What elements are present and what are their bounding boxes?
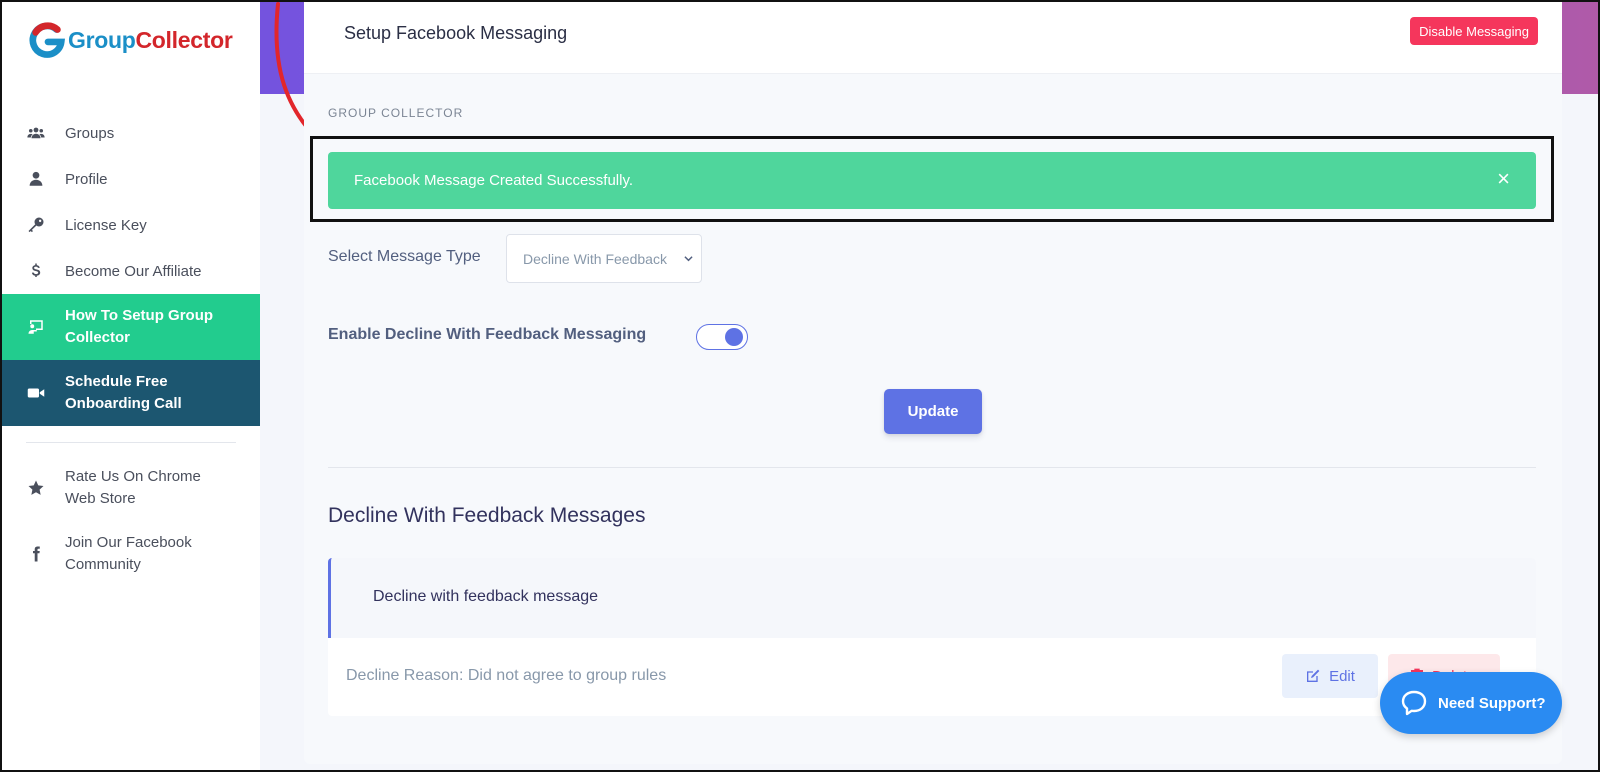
- edit-label: Edit: [1329, 667, 1355, 685]
- presentation-icon: [26, 317, 46, 337]
- alert-message: Facebook Message Created Successfully.: [354, 172, 634, 189]
- sidebar-item-facebook-community[interactable]: Join Our Facebook Community: [2, 521, 260, 587]
- brand-name: GroupCollector: [68, 26, 233, 53]
- chevron-down-icon: [684, 256, 693, 262]
- logo-g-icon: [29, 22, 65, 58]
- message-item: Decline with feedback message Decline Re…: [328, 558, 1536, 716]
- key-icon: [26, 215, 46, 235]
- toggle-label: Enable Decline With Feedback Messaging: [328, 326, 647, 343]
- sidebar-item-groups[interactable]: Groups: [2, 110, 260, 156]
- sidebar-item-how-to-setup[interactable]: How To Setup Group Collector: [2, 294, 260, 360]
- close-icon[interactable]: ×: [1497, 168, 1510, 190]
- message-type-select[interactable]: Decline With Feedback: [506, 234, 702, 283]
- enable-messaging-toggle[interactable]: [696, 324, 748, 350]
- page-title: Setup Facebook Messaging: [344, 23, 568, 43]
- message-text: Decline with feedback message: [373, 588, 599, 605]
- sidebar-divider: [26, 442, 236, 443]
- section-caption: GROUP COLLECTOR: [328, 106, 464, 120]
- divider: [328, 467, 1536, 468]
- video-icon: [26, 383, 46, 403]
- sidebar-item-onboarding-call[interactable]: Schedule Free Onboarding Call: [2, 360, 260, 426]
- edit-button[interactable]: Edit: [1282, 654, 1378, 698]
- sidebar-item-label: License Key: [65, 216, 147, 234]
- support-label: Need Support?: [1438, 694, 1546, 712]
- edit-icon: [1307, 669, 1320, 682]
- sidebar: GroupCollector Groups Profile License Ke…: [2, 2, 260, 770]
- chat-bubble-icon: [1401, 690, 1427, 716]
- sidebar-item-label: Schedule Free Onboarding Call: [65, 373, 182, 412]
- update-button[interactable]: Update: [884, 389, 982, 434]
- sidebar-item-label: Groups: [65, 124, 115, 142]
- disable-messaging-button[interactable]: Disable Messaging: [1410, 17, 1538, 45]
- users-icon: [26, 123, 46, 143]
- sidebar-item-label: Profile: [65, 170, 108, 188]
- sidebar-item-label: Rate Us On Chrome Web Store: [65, 468, 201, 507]
- messages-heading: Decline With Feedback Messages: [328, 504, 646, 527]
- toggle-knob: [725, 328, 743, 346]
- app-window: GroupCollector Groups Profile License Ke…: [0, 0, 1600, 772]
- success-alert: Facebook Message Created Successfully. ×: [328, 152, 1536, 209]
- sidebar-item-license-key[interactable]: License Key: [2, 202, 260, 248]
- message-type-label: Select Message Type: [328, 248, 481, 265]
- dollar-icon: [26, 261, 46, 281]
- sidebar-item-profile[interactable]: Profile: [2, 156, 260, 202]
- user-icon: [26, 169, 46, 189]
- sidebar-nav: Groups Profile License Key Become Our Af…: [2, 110, 260, 587]
- sidebar-item-label: How To Setup Group Collector: [65, 307, 214, 346]
- facebook-icon: [26, 544, 46, 564]
- sidebar-item-label: Join Our Facebook Community: [65, 534, 192, 573]
- sidebar-item-rate-us[interactable]: Rate Us On Chrome Web Store: [2, 455, 260, 521]
- decline-reason: Decline Reason: Did not agree to group r…: [346, 667, 667, 684]
- sidebar-item-label: Become Our Affiliate: [65, 262, 202, 280]
- card-header: Setup Facebook Messaging Disable Messagi…: [304, 2, 1562, 74]
- sidebar-item-affiliate[interactable]: Become Our Affiliate: [2, 248, 260, 294]
- messaging-card: Setup Facebook Messaging Disable Messagi…: [304, 2, 1562, 764]
- brand-logo[interactable]: GroupCollector: [28, 20, 233, 60]
- message-body: Decline with feedback message: [328, 558, 1536, 638]
- need-support-button[interactable]: Need Support?: [1380, 672, 1562, 734]
- star-icon: [26, 478, 46, 498]
- message-type-value: Decline With Feedback: [523, 250, 667, 267]
